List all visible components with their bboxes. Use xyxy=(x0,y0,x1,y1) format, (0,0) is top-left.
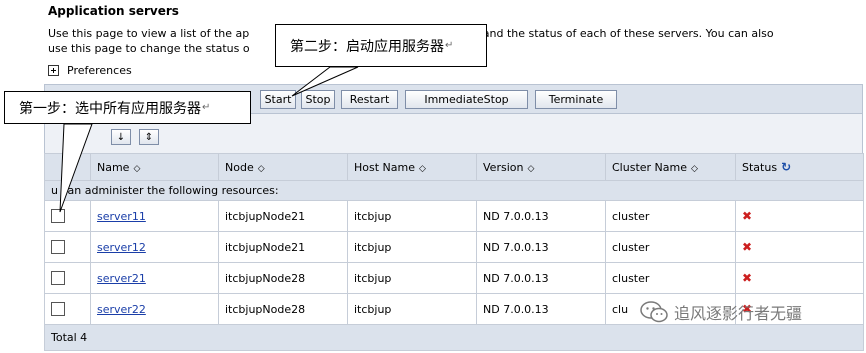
step1-pointer xyxy=(59,123,93,213)
watermark-text: 追风逐影行者无疆 xyxy=(674,304,803,323)
step2-callout: 第二步：启动应用服务器 ↵ xyxy=(275,24,487,67)
return-mark: ↵ xyxy=(445,40,454,51)
wechat-icon xyxy=(640,301,668,323)
step2-pointer xyxy=(291,66,359,97)
watermark: 追风逐影行者无疆 xyxy=(640,300,802,324)
step2-text: 第二步：启动应用服务器 xyxy=(290,38,444,55)
return-mark: ↵ xyxy=(202,102,211,113)
step1-callout: 第一步：选中所有应用服务器 ↵ xyxy=(4,91,251,124)
step1-text: 第一步：选中所有应用服务器 xyxy=(19,100,201,117)
